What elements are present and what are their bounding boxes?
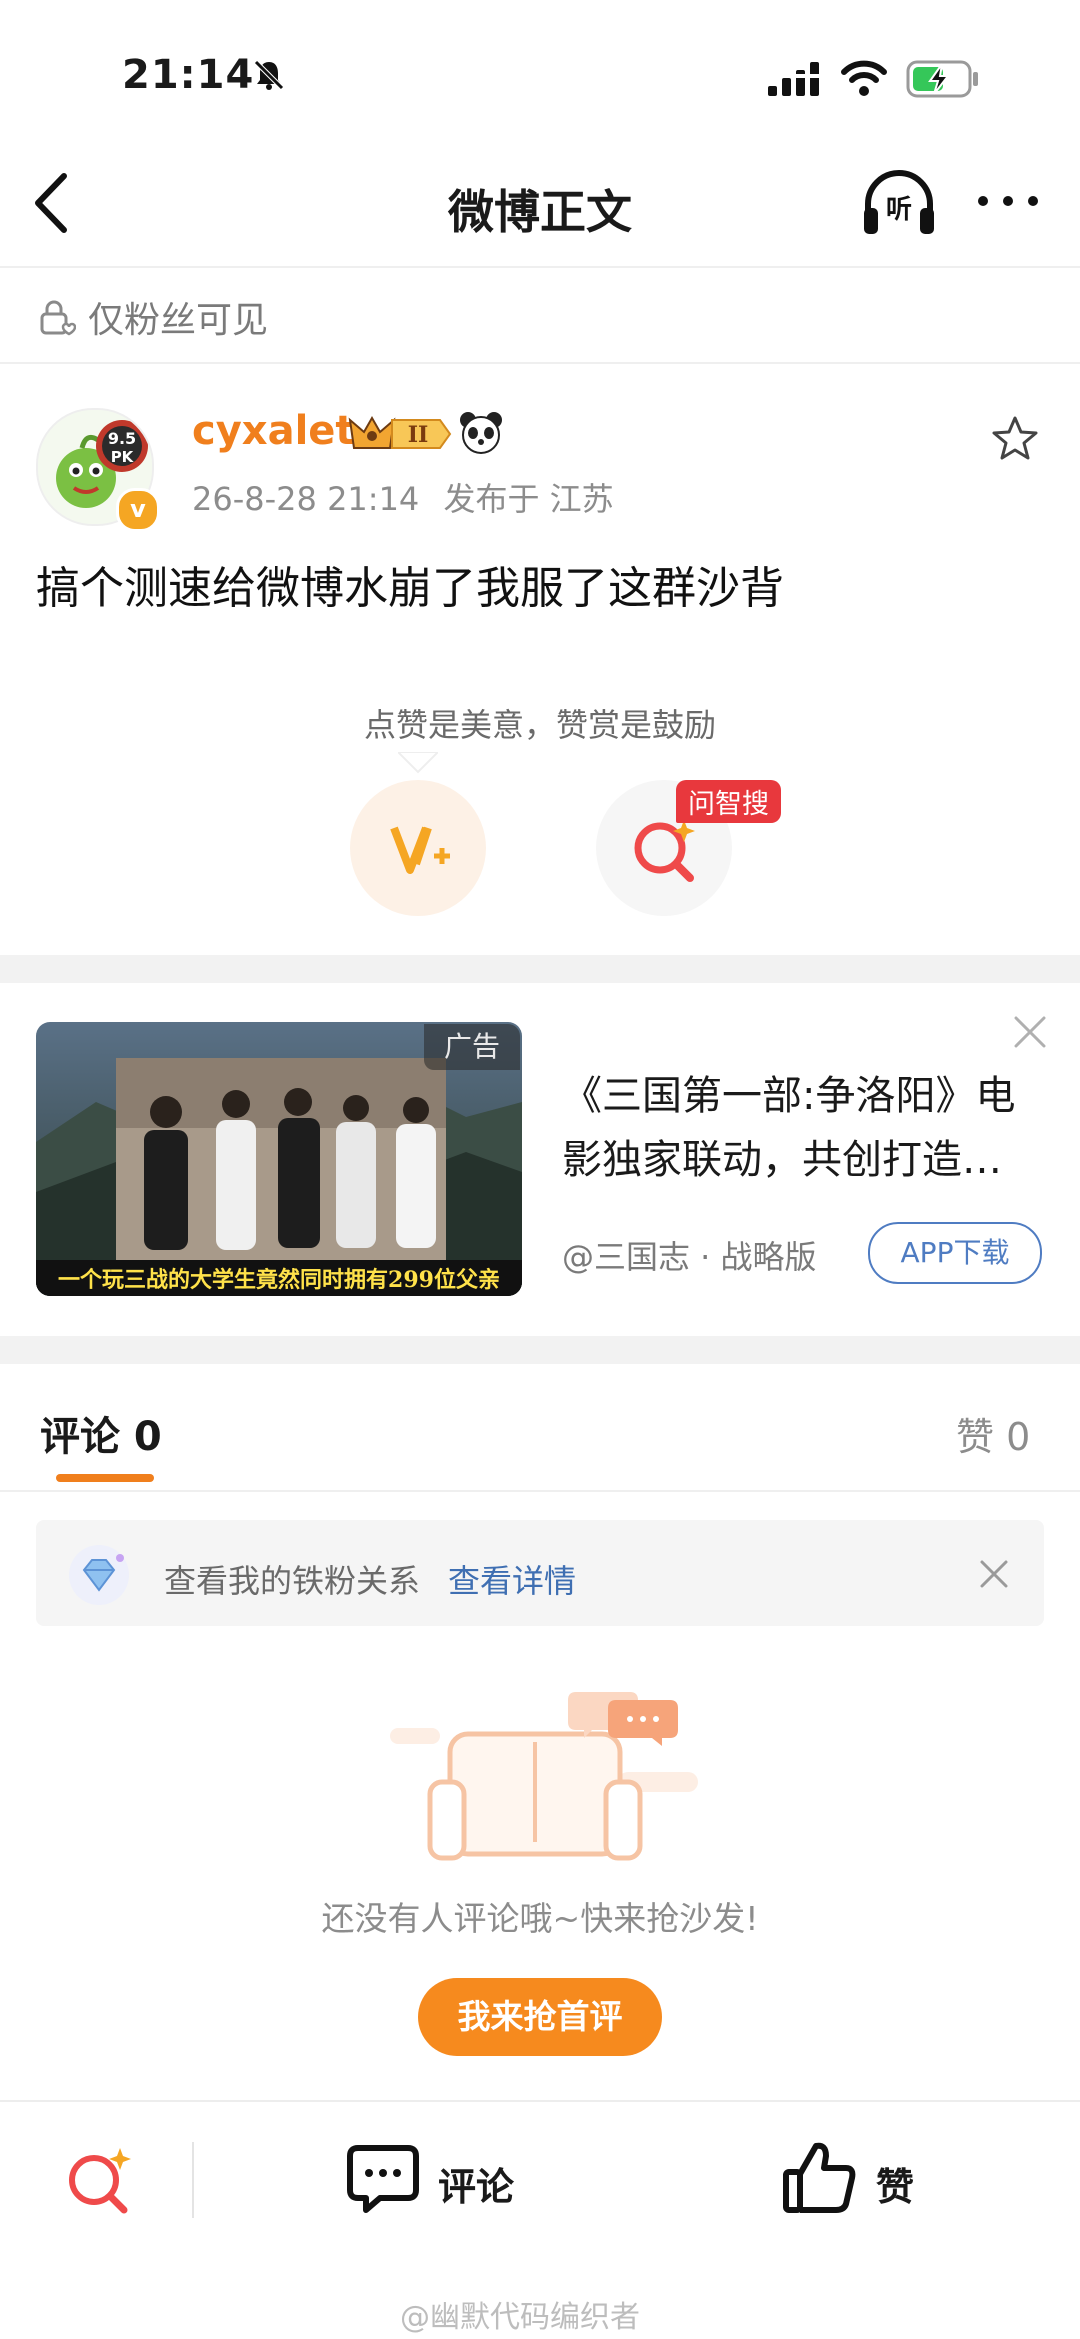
bottom-bar-divider xyxy=(0,2100,1080,2102)
fan-relation-link[interactable]: 查看详情 xyxy=(448,1556,576,1602)
reward-icon xyxy=(390,826,450,874)
close-icon[interactable] xyxy=(978,1558,1010,1590)
star-icon[interactable] xyxy=(990,414,1040,464)
diamond-icon xyxy=(69,1545,129,1605)
lock-icon xyxy=(40,300,76,336)
section-divider xyxy=(0,362,1080,364)
bell-off-icon xyxy=(254,60,284,90)
post-meta: 26-8-28 21:14 发布于 江苏 xyxy=(192,474,628,520)
app-download-button[interactable]: APP下载 xyxy=(868,1222,1042,1284)
status-time: 21:14 xyxy=(122,52,255,98)
listen-icon[interactable]: 听 xyxy=(860,168,938,238)
visibility-notice: 仅粉丝可见 xyxy=(36,292,268,342)
post-text: 搞个测速给微博水崩了我服了这群沙背 xyxy=(36,563,784,614)
comment-icon[interactable] xyxy=(346,2144,420,2214)
like-button-label[interactable]: 赞 xyxy=(876,2156,914,2211)
tabs-divider xyxy=(0,1490,1080,1492)
vip-level: II xyxy=(408,422,429,448)
vip-crown-icon[interactable]: II xyxy=(342,412,452,456)
avatar-badge-top: 9.5 xyxy=(108,429,136,448)
section-gap xyxy=(0,955,1080,983)
bottom-bar-separator xyxy=(192,2142,194,2218)
tab-comments[interactable]: 评论 0 xyxy=(40,1404,162,1462)
empty-comments-text: 还没有人评论哦~快来抢沙发! xyxy=(321,1899,759,1938)
ad-source[interactable]: @三国志 · 战略版 xyxy=(562,1232,817,1278)
ad-title[interactable]: 《三国第一部:争洛阳》电影独家联动，共创打造… xyxy=(562,1064,1042,1192)
close-icon[interactable] xyxy=(1012,1014,1048,1050)
ad-tag: 广告 xyxy=(424,1024,520,1070)
post-location: 发布于 江苏 xyxy=(443,480,614,518)
ai-search-icon[interactable] xyxy=(62,2142,138,2218)
avatar-badge-bottom: PK xyxy=(111,448,135,466)
verified-badge: v xyxy=(116,488,160,532)
visibility-label: 仅粉丝可见 xyxy=(88,300,269,341)
post-date: 26-8-28 21:14 xyxy=(192,480,420,518)
more-icon[interactable] xyxy=(975,186,1041,216)
nav-divider xyxy=(0,266,1080,268)
ad-caption: 一个玩三战的大学生竟然同时拥有299位父亲 xyxy=(58,1267,500,1293)
sofa-icon xyxy=(390,1692,698,1861)
wifi-icon xyxy=(841,60,887,96)
watermark: @幽默代码编织者 xyxy=(400,2300,640,2335)
like-icon[interactable] xyxy=(782,2140,858,2216)
reward-tip: 点赞是美意，赞赏是鼓励 xyxy=(363,706,716,744)
reward-button[interactable] xyxy=(350,780,486,916)
comment-button-label[interactable]: 评论 xyxy=(438,2156,514,2211)
signal-icon xyxy=(766,62,822,96)
first-comment-button[interactable]: 我来抢首评 xyxy=(418,1978,662,2056)
panda-icon xyxy=(460,412,502,454)
tab-active-indicator xyxy=(56,1474,154,1482)
author-name[interactable]: cyxalet xyxy=(192,408,355,454)
battery-charging-icon xyxy=(906,60,978,98)
tip-pointer xyxy=(398,752,438,774)
svg-text:听: 听 xyxy=(886,195,912,225)
ask-badge: 问智搜 xyxy=(676,780,781,823)
fan-relation-text: 查看我的铁粉关系 xyxy=(164,1562,421,1600)
section-gap xyxy=(0,1336,1080,1364)
tab-likes[interactable]: 赞 0 xyxy=(956,1406,1030,1461)
